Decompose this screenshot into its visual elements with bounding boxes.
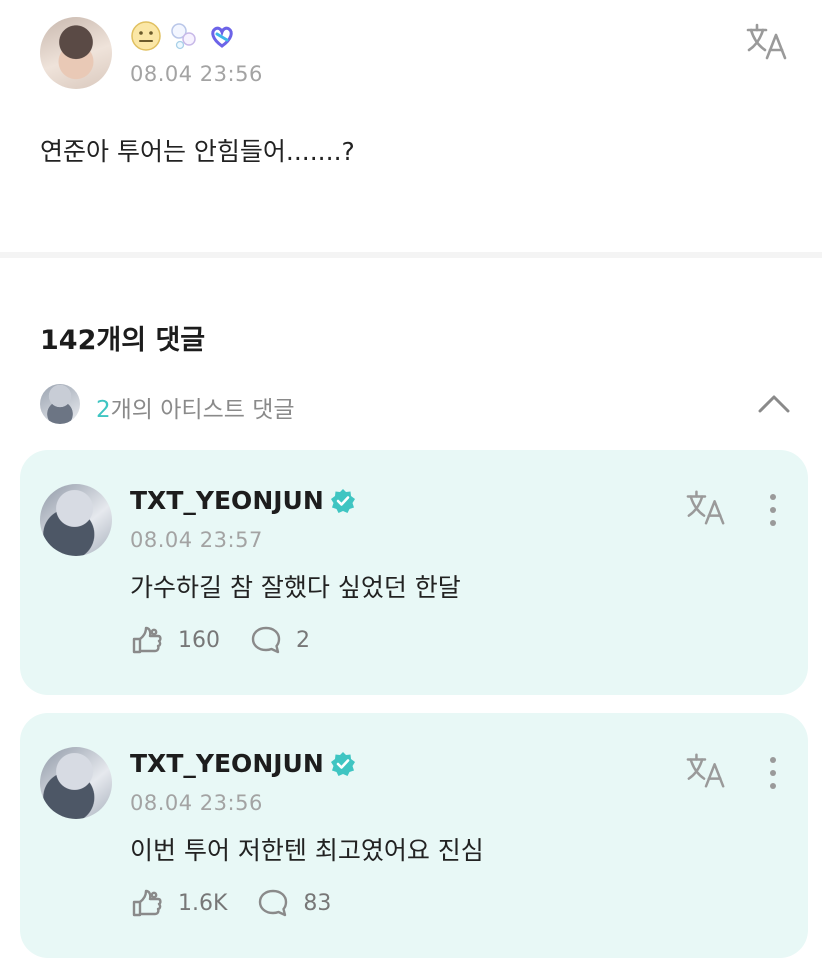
reply-button[interactable]: 2 <box>250 625 310 655</box>
heart-link-icon <box>206 20 238 52</box>
comment-text: 이번 투어 저한텐 최고였어요 진심 <box>130 836 484 865</box>
verified-badge-icon <box>330 488 356 514</box>
post-author-avatar[interactable] <box>40 17 112 89</box>
like-icon <box>132 889 162 917</box>
translate-icon[interactable] <box>685 488 727 528</box>
comment-stats: 160 2 <box>130 625 340 655</box>
chevron-up-icon[interactable] <box>756 390 792 416</box>
artist-comments-label-text: 개의 아티스트 댓글 <box>110 397 295 423</box>
comment-author-avatar[interactable] <box>40 484 112 556</box>
post-header: 08.04 23:56 <box>0 0 822 110</box>
like-count: 160 <box>178 627 220 653</box>
more-options-icon[interactable] <box>764 492 782 528</box>
comment-timestamp: 08.04 23:56 <box>130 791 263 815</box>
neutral-face-icon <box>130 20 162 52</box>
artist-comment-card: TXT_YEONJUN 08.04 23:57 가수하길 참 잘했다 싶었던 한… <box>20 450 808 695</box>
more-options-icon[interactable] <box>764 755 782 791</box>
translate-icon[interactable] <box>745 22 789 62</box>
like-icon <box>132 626 162 654</box>
comment-text: 가수하길 참 잘했다 싶었던 한달 <box>130 573 461 602</box>
comment-count-heading: 142개의 댓글 <box>40 325 206 356</box>
reply-count: 83 <box>303 890 332 916</box>
speech-bubble-icon <box>251 626 281 654</box>
artist-comment-count: 2 <box>96 397 111 423</box>
comment-author[interactable]: TXT_YEONJUN <box>130 486 356 515</box>
artist-comments-label: 2개의 아티스트 댓글 <box>96 390 295 424</box>
section-divider <box>0 252 822 258</box>
reply-button[interactable]: 83 <box>257 888 331 918</box>
comment-author[interactable]: TXT_YEONJUN <box>130 749 356 778</box>
comment-author-avatar[interactable] <box>40 747 112 819</box>
artist-avatar <box>40 384 80 424</box>
comment-author-name: TXT_YEONJUN <box>130 749 324 778</box>
like-button[interactable]: 1.6K <box>130 888 227 918</box>
artist-comment-card: TXT_YEONJUN 08.04 23:56 이번 투어 저한텐 최고였어요 … <box>20 713 808 958</box>
comment-author-name: TXT_YEONJUN <box>130 486 324 515</box>
post-timestamp: 08.04 23:56 <box>130 62 263 86</box>
user-badges <box>130 20 238 52</box>
comment-stats: 1.6K 83 <box>130 888 361 918</box>
post-text: 연준아 투어는 안힘들어.......? <box>40 137 355 166</box>
verified-badge-icon <box>330 751 356 777</box>
reply-count: 2 <box>296 627 310 653</box>
bubbles-icon <box>168 20 200 52</box>
artist-comments-toggle[interactable]: 2개의 아티스트 댓글 <box>0 380 822 430</box>
comment-timestamp: 08.04 23:57 <box>130 528 263 552</box>
like-count: 1.6K <box>178 890 228 916</box>
translate-icon[interactable] <box>685 751 727 791</box>
speech-bubble-icon <box>259 889 288 917</box>
like-button[interactable]: 160 <box>130 625 220 655</box>
